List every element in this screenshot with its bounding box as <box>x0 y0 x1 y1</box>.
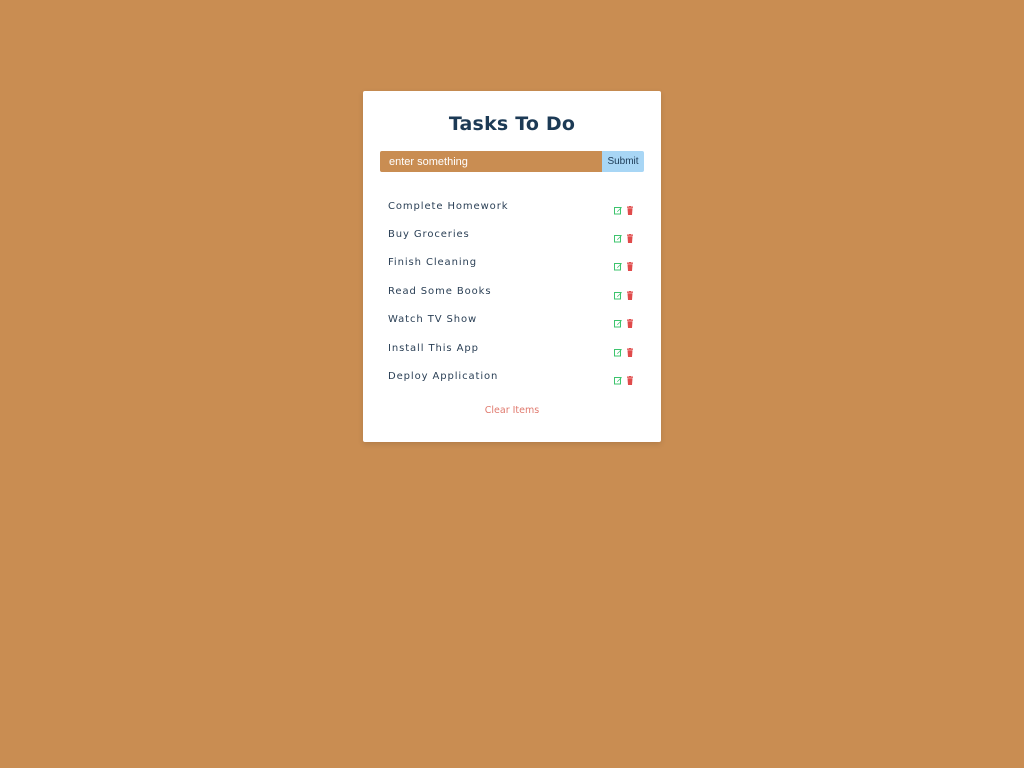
trash-icon[interactable] <box>626 287 634 300</box>
task-label: Finish Cleaning <box>388 257 477 269</box>
task-actions <box>614 258 634 272</box>
task-actions <box>614 372 634 386</box>
task-label: Buy Groceries <box>388 229 470 241</box>
task-label: Install This App <box>388 342 479 354</box>
trash-icon[interactable] <box>626 202 634 215</box>
list-item: Finish Cleaning <box>388 249 636 277</box>
task-actions <box>614 315 634 329</box>
task-input[interactable] <box>380 151 602 172</box>
trash-icon[interactable] <box>626 258 634 272</box>
task-actions <box>614 202 634 215</box>
edit-icon[interactable] <box>614 315 622 328</box>
task-list: Complete Homework Buy Groceries Finish C… <box>388 192 636 391</box>
task-label: Watch TV Show <box>388 314 478 326</box>
task-actions <box>614 230 634 244</box>
list-item: Watch TV Show <box>388 306 636 334</box>
edit-icon[interactable] <box>614 344 622 357</box>
list-item: Install This App <box>388 334 636 362</box>
trash-icon[interactable] <box>626 230 634 244</box>
list-item: Buy Groceries <box>388 220 636 248</box>
task-label: Deploy Application <box>388 371 499 383</box>
trash-icon[interactable] <box>626 372 634 386</box>
clear-items-button[interactable]: Clear Items <box>363 405 661 416</box>
submit-button[interactable]: Submit <box>602 151 644 172</box>
task-card: Tasks To Do Submit Complete Homework Buy… <box>363 91 661 442</box>
page-title: Tasks To Do <box>448 113 576 135</box>
edit-icon[interactable] <box>614 202 622 215</box>
edit-icon[interactable] <box>614 372 622 385</box>
list-item: Deploy Application <box>388 362 636 390</box>
edit-icon[interactable] <box>614 230 622 243</box>
task-actions <box>614 344 634 357</box>
trash-icon[interactable] <box>626 315 634 329</box>
edit-icon[interactable] <box>614 258 622 271</box>
task-label: Complete Homework <box>388 200 509 212</box>
list-item: Complete Homework <box>388 192 636 220</box>
task-form: Submit <box>380 151 644 172</box>
edit-icon[interactable] <box>614 287 622 300</box>
list-item: Read Some Books <box>388 277 636 305</box>
task-label: Read Some Books <box>388 285 492 297</box>
task-actions <box>614 287 634 300</box>
trash-icon[interactable] <box>626 344 634 357</box>
